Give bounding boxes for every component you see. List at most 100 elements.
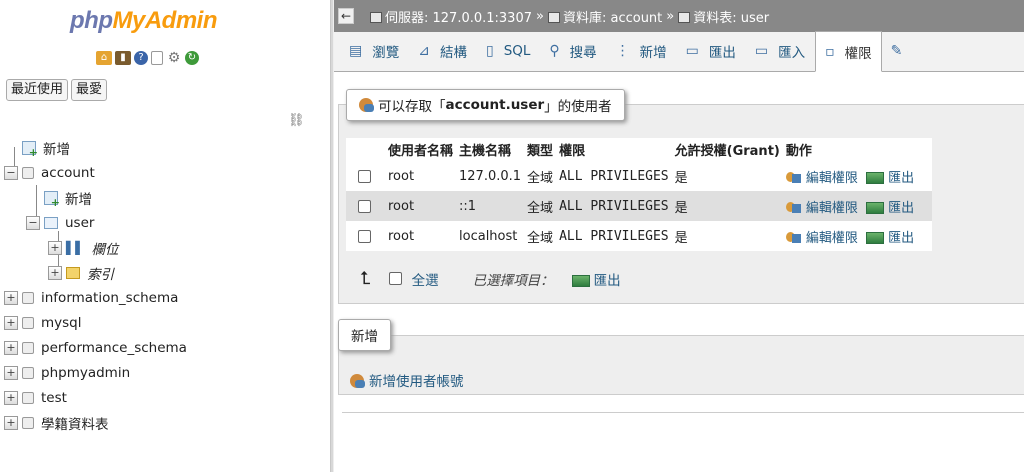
collapse-icon[interactable]: − [4, 165, 18, 180]
export-user-link[interactable]: 匯出 [866, 201, 914, 216]
bulk-actions: ⮤ 全選 已選擇項目： 匯出 [360, 268, 621, 289]
privileges-icon: ▫ [825, 43, 835, 60]
edit-user-icon [785, 170, 802, 184]
browse-icon: ▤ [349, 43, 363, 59]
edit-privileges-link[interactable]: 編輯權限 [785, 170, 858, 186]
table-row: root localhost 全域 ALL PRIVILEGES 是 編輯權限 … [346, 221, 932, 251]
row-checkbox[interactable] [358, 199, 371, 213]
with-selected-label: 已選擇項目： [472, 272, 554, 289]
expand-icon[interactable]: + [4, 390, 18, 405]
tree-db-phpmyadmin[interactable]: + phpmyadmin [4, 360, 324, 385]
tree-new-database[interactable]: 新增 [4, 135, 324, 160]
settings-icon[interactable]: ⚙ [166, 51, 182, 65]
logout-icon[interactable]: ▮ [115, 51, 131, 65]
tree-table-user[interactable]: − user [4, 210, 324, 235]
tree-db-test[interactable]: + test [4, 385, 324, 410]
database-icon [22, 341, 34, 354]
bulk-export-button[interactable]: 匯出 [571, 269, 621, 289]
tab-browse[interactable]: ▤ 瀏覽 [340, 31, 409, 71]
tree-db-mysql[interactable]: + mysql [4, 310, 324, 335]
home-icon[interactable]: ⌂ [96, 51, 112, 65]
export-user-link[interactable]: 匯出 [866, 231, 914, 246]
col-privileges: 權限 [555, 138, 671, 161]
expand-icon[interactable]: + [4, 290, 18, 305]
users-icon [359, 98, 374, 112]
breadcrumb-server[interactable]: 伺服器: 127.0.0.1:3307 [370, 7, 532, 26]
search-icon: ⚲ [549, 43, 560, 59]
operations-icon: ✎ [890, 43, 903, 59]
recent-tab[interactable]: 最近使用 [6, 79, 69, 101]
tree-db-information-schema[interactable]: + information_schema [4, 285, 324, 310]
col-type: 類型 [523, 138, 556, 161]
database-icon [22, 366, 34, 379]
tree-account-new-table[interactable]: 新增 [4, 185, 324, 210]
database-icon [22, 316, 34, 329]
expand-icon[interactable]: + [48, 240, 62, 255]
divider [342, 412, 1024, 413]
col-hostname: 主機名稱 [455, 138, 524, 161]
edit-user-icon [785, 230, 802, 244]
structure-icon: ⊿ [418, 43, 430, 59]
expand-icon[interactable]: + [4, 415, 18, 430]
export-user-link[interactable]: 匯出 [866, 171, 914, 186]
tree-db-student-records[interactable]: + 學籍資料表 [4, 410, 324, 435]
export-icon [571, 274, 590, 287]
row-checkbox[interactable] [358, 169, 371, 183]
tab-search[interactable]: ⚲ 搜尋 [540, 31, 606, 71]
table-icon [44, 216, 58, 229]
row-checkbox[interactable] [358, 229, 371, 243]
quick-tabs: 最近使用 最愛 [6, 79, 108, 101]
expand-icon[interactable]: + [4, 365, 18, 380]
database-icon [22, 291, 34, 304]
table-icon [678, 11, 691, 23]
collapse-nav-icon[interactable]: ← [338, 8, 354, 24]
tab-structure[interactable]: ⊿ 結構 [409, 31, 477, 71]
table-row: root 127.0.0.1 全域 ALL PRIVILEGES 是 編輯權限 … [346, 161, 932, 191]
add-user-icon [350, 374, 365, 388]
tab-sql[interactable]: ▯ SQL [477, 31, 540, 71]
docs-icon[interactable] [151, 51, 163, 65]
check-all-checkbox[interactable] [388, 272, 402, 285]
columns-icon: ▌▌ [66, 240, 85, 255]
tab-insert[interactable]: ⋮ 新增 [607, 31, 677, 71]
tree-db-performance-schema[interactable]: + performance_schema [4, 335, 324, 360]
new-table-icon [44, 190, 60, 209]
check-all-label[interactable]: 全選 [412, 269, 439, 289]
tab-import[interactable]: ▭ 匯入 [746, 31, 815, 71]
tree-columns[interactable]: + ▌▌ 欄位 [4, 235, 324, 260]
database-icon [22, 416, 34, 429]
navigation-panel: phpMyAdmin ⌂ ▮ ? ⚙ ↻ 最近使用 最愛 ⛓ 新增 − acco… [0, 0, 330, 472]
tab-privileges[interactable]: ▫ 權限 [815, 31, 882, 72]
add-user-link[interactable]: 新增使用者帳號 [350, 370, 464, 390]
expand-icon[interactable]: + [4, 315, 18, 330]
favorites-tab[interactable]: 最愛 [71, 79, 108, 101]
phpmyadmin-logo[interactable]: phpMyAdmin [70, 7, 217, 35]
edit-user-icon [785, 200, 802, 214]
breadcrumb-table[interactable]: 資料表: user [678, 7, 769, 26]
expand-icon[interactable]: + [4, 340, 18, 355]
expand-icon[interactable]: + [48, 265, 62, 280]
edit-privileges-link[interactable]: 編輯權限 [785, 200, 858, 216]
reload-icon[interactable]: ↻ [185, 51, 199, 65]
tree-db-account[interactable]: − account [4, 160, 324, 185]
collapse-icon[interactable]: − [26, 215, 40, 230]
table-row: root ::1 全域 ALL PRIVILEGES 是 編輯權限 匯出 [346, 191, 932, 221]
new-database-icon [22, 140, 38, 159]
privileges-table: 使用者名稱 主機名稱 類型 權限 允許授權(Grant) 動作 root 127… [346, 138, 932, 251]
nav-icon-bar: ⌂ ▮ ? ⚙ ↻ [96, 51, 199, 65]
export-icon [866, 201, 885, 214]
breadcrumb: ← 伺服器: 127.0.0.1:3307 » 資料庫: account » 資… [334, 0, 1024, 32]
help-icon[interactable]: ? [134, 51, 148, 65]
database-icon [22, 391, 34, 404]
tab-export[interactable]: ▭ 匯出 [677, 31, 746, 71]
link-icon[interactable]: ⛓ [288, 113, 305, 128]
edit-privileges-link[interactable]: 編輯權限 [785, 230, 858, 246]
tab-more[interactable]: ✎ [882, 31, 923, 71]
export-icon [866, 171, 885, 184]
col-username: 使用者名稱 [384, 138, 456, 161]
tab-bar: ▤ 瀏覽 ⊿ 結構 ▯ SQL ⚲ 搜尋 ⋮ 新增 ▭ 匯出 ▭ 匯入 ▫ 權限 ✎ [334, 31, 1024, 72]
breadcrumb-database[interactable]: 資料庫: account [547, 7, 662, 26]
tree-indexes[interactable]: + 索引 [4, 260, 324, 285]
col-action: 動作 [781, 138, 932, 161]
import-icon: ▭ [754, 43, 769, 59]
